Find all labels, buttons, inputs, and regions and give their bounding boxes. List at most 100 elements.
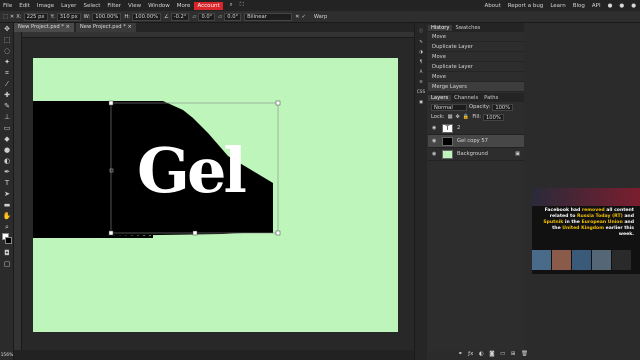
search-icon[interactable]: ⌕ <box>230 2 233 9</box>
opacity-input[interactable]: 100% <box>492 103 514 111</box>
properties-icon[interactable]: ≡ <box>415 79 427 84</box>
ad-thumbnail[interactable] <box>572 250 591 270</box>
history-item[interactable]: Move <box>428 72 524 82</box>
layer-item[interactable]: ◉ Background ▣ <box>428 148 524 161</box>
warp-button[interactable]: Warp <box>314 14 327 20</box>
move-tool-icon[interactable]: ✥ <box>2 24 12 34</box>
mask-icon[interactable]: ◙ <box>489 351 494 360</box>
menu-select[interactable]: Select <box>83 3 100 9</box>
menu-report-bug[interactable]: Report a bug <box>508 3 544 9</box>
eraser-icon[interactable]: ▭ <box>2 123 12 133</box>
text-tool-icon[interactable]: T <box>2 178 12 188</box>
skew-x-input[interactable]: 0.0° <box>198 12 216 21</box>
skew-y-input[interactable]: 0.0° <box>224 12 242 21</box>
path-select-icon[interactable]: ➤ <box>2 189 12 199</box>
healing-icon[interactable]: ✚ <box>2 90 12 100</box>
menu-blog[interactable]: Blog <box>573 3 585 9</box>
menu-edit[interactable]: Edit <box>19 3 30 9</box>
twitter-icon[interactable]: ● <box>619 3 624 9</box>
blend-mode-select[interactable]: Normal <box>431 103 467 111</box>
tab-new-project-2[interactable]: New Project.psd * × <box>75 23 136 32</box>
transform-icon[interactable]: ⬚ <box>3 14 8 20</box>
menu-more[interactable]: More <box>177 3 191 9</box>
crop-tool-icon[interactable]: ⌗ <box>2 68 12 78</box>
history-item[interactable]: Move <box>428 32 524 42</box>
height-input[interactable]: 100.00% <box>131 12 162 21</box>
confirm-transform-icon[interactable]: ✓ <box>302 14 306 20</box>
cancel-icon[interactable]: ✕ <box>10 14 14 20</box>
menu-learn[interactable]: Learn <box>550 3 565 9</box>
history-item-selected[interactable]: Merge Layers <box>428 82 524 92</box>
lock-position-icon[interactable]: ✥ <box>455 114 459 120</box>
effects-icon[interactable]: ƒx <box>468 351 473 360</box>
trash-icon[interactable]: 🗑 <box>521 351 528 360</box>
tab-history[interactable]: History <box>428 24 453 31</box>
menu-window[interactable]: Window <box>148 3 170 9</box>
hand-tool-icon[interactable]: ✋ <box>2 211 12 221</box>
rotation-input[interactable]: -0.2° <box>170 12 190 21</box>
marquee-tool-icon[interactable]: ⬚ <box>2 35 12 45</box>
interpolation-select[interactable]: Bilinear <box>244 12 293 21</box>
layer-item-selected[interactable]: ◉ Gel copy 57 <box>428 135 524 148</box>
visibility-eye-icon[interactable]: ◉ <box>432 125 438 131</box>
menu-image[interactable]: Image <box>37 3 54 9</box>
ad-thumbnail[interactable] <box>612 250 631 270</box>
brush-tool-icon[interactable]: ✎ <box>2 101 12 111</box>
adjustments-icon[interactable]: ◑ <box>415 49 427 54</box>
info-icon[interactable]: ⓘ <box>415 28 427 34</box>
menu-filter[interactable]: Filter <box>107 3 121 9</box>
menu-file[interactable]: File <box>3 3 12 9</box>
advertisement[interactable]: Facebook had removed all content related… <box>532 188 640 274</box>
menu-account[interactable]: Account <box>194 1 223 10</box>
close-icon[interactable]: × <box>127 24 131 30</box>
history-item[interactable]: Move <box>428 52 524 62</box>
width-input[interactable]: 100.00% <box>92 12 122 21</box>
history-item[interactable]: Duplicate Layer <box>428 62 524 72</box>
tab-channels[interactable]: Channels <box>451 95 481 101</box>
layer-item[interactable]: ◉ T 2 <box>428 122 524 135</box>
close-icon[interactable]: × <box>66 24 70 30</box>
history-item[interactable]: Duplicate Layer <box>428 42 524 52</box>
link-icon[interactable]: ⚭ <box>458 351 463 360</box>
visibility-eye-icon[interactable]: ◉ <box>432 138 438 144</box>
shape-tool-icon[interactable]: ▬ <box>2 200 12 210</box>
clone-stamp-icon[interactable]: ⊥ <box>2 112 12 122</box>
menu-view[interactable]: View <box>128 3 141 9</box>
zoom-tool-icon[interactable]: ⌕ <box>2 222 12 232</box>
tab-new-project-1[interactable]: New Project.psd * × <box>14 23 74 32</box>
image-icon[interactable]: ▣ <box>415 99 427 104</box>
character-icon[interactable]: A <box>415 69 427 74</box>
fullscreen-icon[interactable]: ⛶ <box>240 2 244 9</box>
lasso-tool-icon[interactable]: ◌ <box>2 46 12 56</box>
y-input[interactable]: 310 px <box>56 12 81 21</box>
magic-wand-icon[interactable]: ✦ <box>2 57 12 67</box>
screen-mode-icon[interactable]: ▢ <box>2 259 12 269</box>
menu-layer[interactable]: Layer <box>61 3 76 9</box>
lock-all-icon[interactable]: 🔒 <box>463 114 469 120</box>
ad-thumbnail[interactable] <box>532 250 551 270</box>
menu-about[interactable]: About <box>484 3 500 9</box>
dodge-icon[interactable]: ◐ <box>2 156 12 166</box>
menu-api[interactable]: API <box>592 3 601 9</box>
tab-layers[interactable]: Layers <box>428 94 452 101</box>
new-layer-icon[interactable]: ⊞ <box>511 351 516 360</box>
zoom-level[interactable]: 156% <box>0 353 14 360</box>
ad-thumbnail[interactable] <box>552 250 571 270</box>
fill-icon[interactable]: ◆ <box>2 134 12 144</box>
cancel-transform-icon[interactable]: ✕ <box>295 14 299 20</box>
facebook-icon[interactable]: ● <box>631 3 636 9</box>
brush-settings-icon[interactable]: ✎ <box>415 39 427 44</box>
quick-mask-icon[interactable]: ◘ <box>2 248 12 258</box>
fill-input[interactable]: 100% <box>483 113 504 121</box>
lock-pixels-icon[interactable]: ▦ <box>448 114 453 120</box>
css-button[interactable]: CSS <box>415 89 427 94</box>
folder-icon[interactable]: ▭ <box>500 351 505 360</box>
ad-thumbnail[interactable] <box>592 250 611 270</box>
tab-paths[interactable]: Paths <box>481 95 501 101</box>
reddit-icon[interactable]: ● <box>608 3 613 9</box>
paragraph-icon[interactable]: ¶ <box>415 59 427 64</box>
color-swatches-icon[interactable] <box>2 233 12 247</box>
canvas[interactable]: Gel <box>33 58 398 332</box>
x-input[interactable]: 225 px <box>23 12 48 21</box>
pen-tool-icon[interactable]: ✒ <box>2 167 12 177</box>
